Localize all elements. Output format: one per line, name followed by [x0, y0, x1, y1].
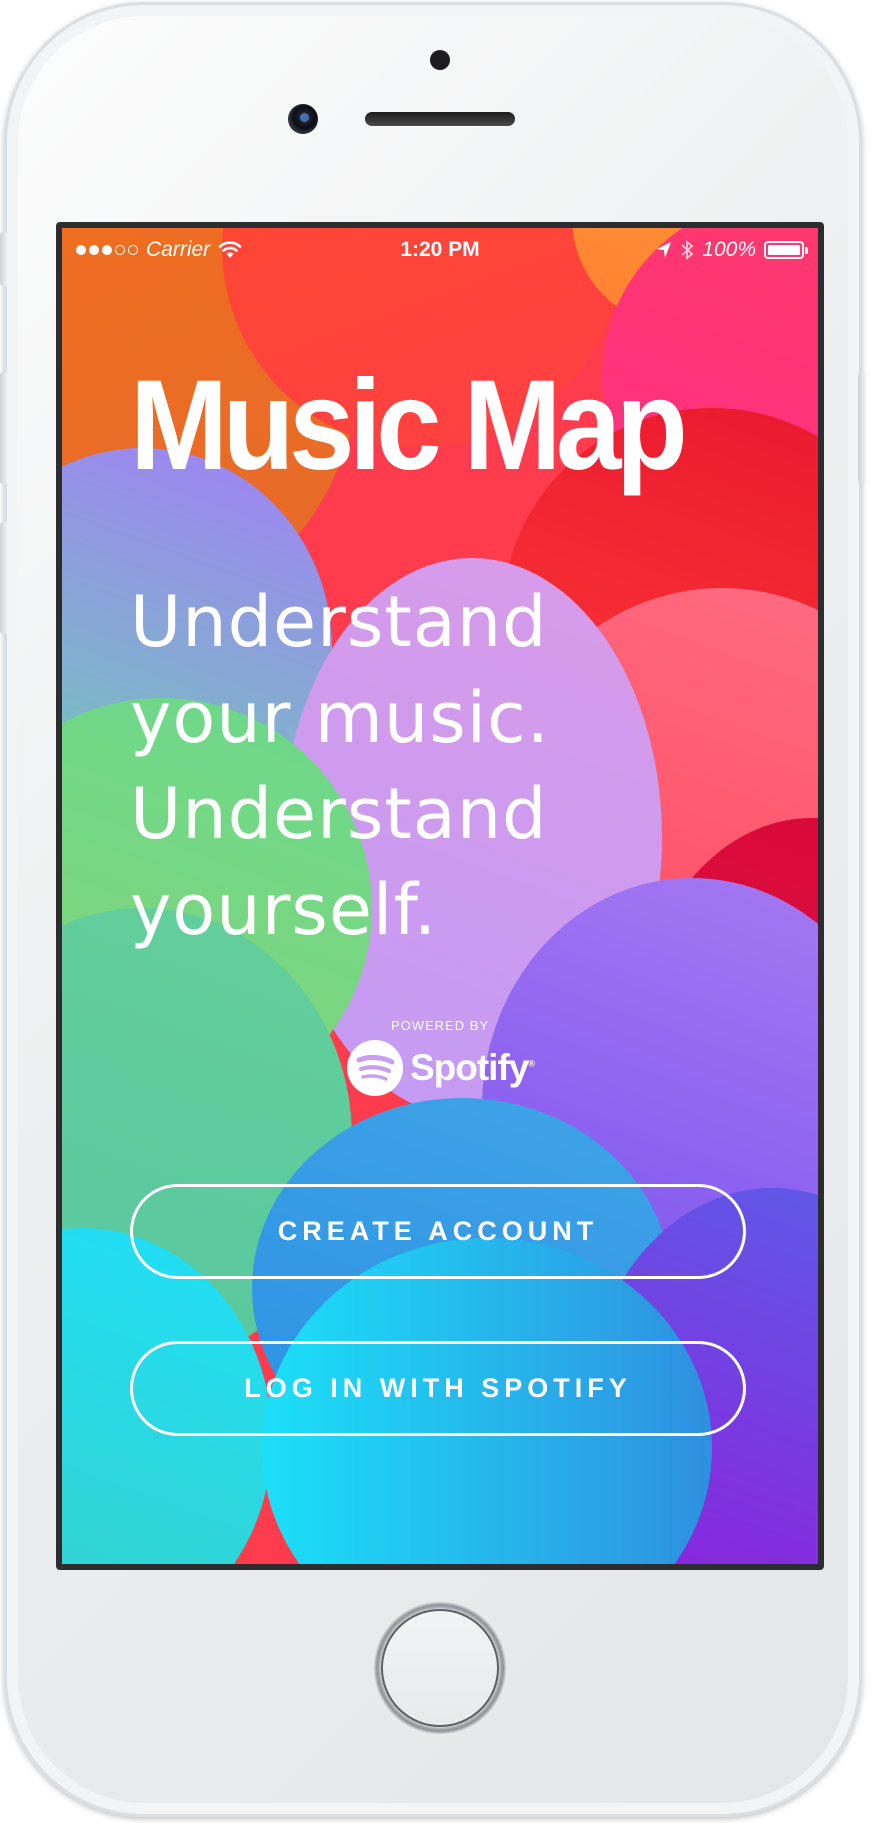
power-button	[858, 372, 866, 484]
create-account-button[interactable]: CREATE ACCOUNT	[130, 1184, 746, 1279]
bluetooth-icon	[681, 240, 694, 260]
tagline-line-1: Understand	[130, 581, 548, 663]
tagline-line-3: Understand	[130, 773, 548, 855]
spotify-wordmark-text: Spotify	[409, 1047, 529, 1088]
home-button-ring	[381, 1609, 499, 1727]
location-arrow-icon	[657, 242, 672, 258]
front-camera	[288, 104, 318, 134]
tagline-line-4: yourself.	[130, 869, 438, 951]
powered-by-label: POWERED BY	[390, 1018, 490, 1033]
login-with-spotify-button[interactable]: LOG IN WITH SPOTIFY	[130, 1341, 746, 1436]
status-right: 100%	[656, 238, 808, 262]
mute-switch	[0, 232, 8, 286]
phone-frame: Carrier 1:20 PM 100% Music Map Understan…	[0, 2, 866, 1817]
home-button[interactable]	[373, 1601, 507, 1735]
tagline-line-2: your music.	[130, 677, 550, 759]
battery-percentage: 100%	[702, 238, 756, 261]
volume-up-button	[0, 372, 8, 484]
earpiece-speaker	[365, 112, 515, 126]
volume-down-button	[0, 522, 8, 634]
app-title: Music Map	[130, 354, 688, 497]
spotify-wordmark: Spotify®	[409, 1047, 535, 1088]
tagline: Understand your music. Understand yourse…	[130, 574, 750, 958]
proximity-sensor	[430, 50, 450, 70]
spotify-logo: Spotify®	[346, 1039, 535, 1097]
app-screen: Carrier 1:20 PM 100% Music Map Understan…	[62, 228, 818, 1564]
powered-by-spotify: POWERED BY Spotify®	[62, 1018, 818, 1101]
spotify-icon	[346, 1040, 403, 1096]
battery-icon	[764, 241, 808, 259]
status-bar: Carrier 1:20 PM 100%	[62, 228, 818, 270]
